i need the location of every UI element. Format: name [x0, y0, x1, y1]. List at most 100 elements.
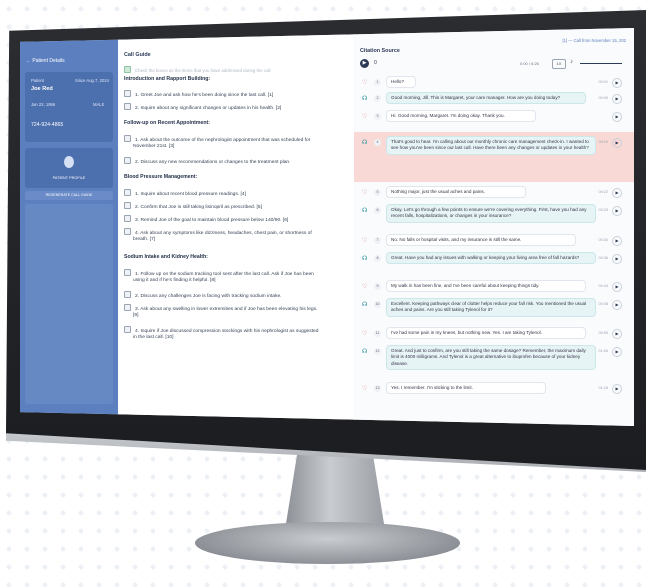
- guide-item-text: 4. Ask about any symptoms like dizziness…: [135, 231, 312, 236]
- guide-item[interactable]: 1. Inquire about recent blood pressure r…: [124, 189, 246, 197]
- checkbox[interactable]: [124, 189, 131, 196]
- checkbox[interactable]: [124, 90, 131, 97]
- guide-item[interactable]: 2. Discuss any challenges Joe is facing …: [124, 291, 282, 299]
- guide-item-text: 3. Ask about any swelling in lower extre…: [135, 307, 318, 312]
- message-number: 7: [374, 237, 381, 244]
- headset-icon: ☊: [362, 256, 368, 262]
- message-number: 9: [374, 283, 381, 290]
- playback-speed-button[interactable]: 1X: [552, 59, 566, 69]
- message-number: 2: [374, 95, 381, 102]
- patient-panel-header[interactable]: ← Patient Details: [26, 58, 65, 64]
- message-bubble: No. No falls or hospital visits, and my …: [386, 234, 576, 247]
- guide-item-continuation: in the last call. [10]: [133, 335, 174, 340]
- guide-item-text: 4. Inquire if Joe discussed compression …: [135, 329, 319, 334]
- play-icon[interactable]: ▶: [360, 59, 369, 68]
- heart-icon: ♡: [362, 284, 368, 290]
- volume-icon[interactable]: ♪: [570, 59, 573, 65]
- guide-item-continuation: using it and if he's finding it helpful.…: [133, 278, 216, 283]
- checkbox[interactable]: [124, 66, 131, 73]
- section-heading: Follow-up on Recent Appointment:: [124, 120, 210, 126]
- play-icon[interactable]: ▶: [612, 78, 622, 88]
- profile-icon: [64, 156, 74, 168]
- play-icon[interactable]: ▶: [612, 94, 622, 104]
- guide-item-continuation: [9]: [133, 313, 139, 318]
- guide-item-text: 3. Remind Joe of the goal to maintain bl…: [135, 218, 289, 223]
- patient-profile-box[interactable]: PATIENT PROFILE: [25, 148, 113, 188]
- message-time: 00:05: [598, 96, 608, 100]
- checkbox[interactable]: [124, 269, 131, 276]
- section-heading: Blood Pressure Management:: [124, 174, 198, 180]
- citation-title: Citation Source: [360, 48, 400, 54]
- message-time: 01:18: [598, 386, 608, 390]
- message-bubble: Okay. Let's go through a few points to e…: [386, 204, 596, 223]
- heart-icon: ♡: [362, 80, 368, 86]
- guide-item[interactable]: 3. Remind Joe of the goal to maintain bl…: [124, 215, 288, 223]
- call-source-label: [1] — Call from November 15, 202: [562, 38, 626, 43]
- play-icon[interactable]: ▶: [612, 138, 622, 148]
- message-bubble: Yes. I remember. I'm sticking to the lim…: [386, 382, 546, 395]
- message-time: 00:23: [598, 208, 608, 212]
- message-number: 8: [374, 255, 381, 262]
- play-icon[interactable]: ▶: [612, 282, 622, 292]
- message-time: 00:36: [598, 256, 608, 260]
- message-bubble: Good morning, Jill. This is Margaret, yo…: [386, 92, 586, 105]
- checkbox[interactable]: [124, 228, 131, 235]
- checkbox[interactable]: [124, 291, 131, 298]
- guide-item-text: 2. Discuss any new recommendations or ch…: [135, 160, 291, 165]
- checkbox[interactable]: [124, 326, 131, 333]
- regenerate-call-guide-button[interactable]: REGENERATE CALL GUIDE: [25, 191, 113, 200]
- guide-item[interactable]: 4. Ask about any symptoms like dizziness…: [124, 228, 312, 236]
- headset-icon: ☊: [362, 349, 368, 355]
- guide-item[interactable]: 2. Discuss any new recommendations or ch…: [124, 157, 291, 165]
- play-icon[interactable]: ▶: [612, 188, 622, 198]
- message-number: 12: [374, 348, 381, 355]
- message-number: 5: [374, 189, 381, 196]
- play-icon[interactable]: ▶: [612, 112, 622, 122]
- guide-item[interactable]: 1. Follow up on the sodium tracking tool…: [124, 269, 314, 277]
- play-icon[interactable]: ▶: [612, 347, 622, 357]
- headset-icon: ☊: [362, 96, 368, 102]
- heart-icon: ♡: [362, 386, 368, 392]
- volume-slider[interactable]: [580, 63, 622, 65]
- section-heading: Introduction and Rapport Building:: [124, 76, 211, 82]
- monitor-stand-neck: [285, 455, 385, 530]
- message-number: 10: [374, 301, 381, 308]
- message-bubble: That's good to hear. I'm calling about o…: [386, 136, 596, 155]
- checkbox[interactable]: [124, 157, 131, 164]
- message-number: 3: [374, 113, 381, 120]
- message-time: 01:06: [598, 349, 608, 353]
- instruction-text: Check the boxes as the items that you ha…: [135, 68, 271, 73]
- checkbox[interactable]: [124, 202, 131, 209]
- guide-item-text: 1. Inquire about recent blood pressure r…: [135, 192, 246, 197]
- play-icon[interactable]: ▶: [612, 254, 622, 264]
- guide-item[interactable]: 2. Inquire about any significant changes…: [124, 103, 281, 111]
- guide-item[interactable]: 4. Inquire if Joe discussed compression …: [124, 326, 319, 334]
- guide-item[interactable]: 2. Confirm that Joe is still taking lisi…: [124, 202, 262, 210]
- headset-icon: ☊: [362, 140, 368, 146]
- patient-phone[interactable]: 724-924-4865: [31, 122, 63, 128]
- checkbox[interactable]: [124, 304, 131, 311]
- play-icon[interactable]: ▶: [612, 384, 622, 394]
- guide-item[interactable]: 1. Ask about the outcome of the nephrolo…: [124, 135, 310, 143]
- message-time: 00:30: [598, 238, 608, 242]
- message-time: 00:22: [598, 190, 608, 194]
- guide-item-text: 2. Confirm that Joe is still taking lisi…: [135, 205, 262, 210]
- checkbox[interactable]: [124, 103, 131, 110]
- play-icon[interactable]: ▶: [612, 206, 622, 216]
- guide-item[interactable]: 1. Greet Joe and ask how he's been doing…: [124, 90, 273, 98]
- message-number: 6: [374, 207, 381, 214]
- checkbox[interactable]: [124, 215, 131, 222]
- play-icon[interactable]: ▶: [612, 300, 622, 310]
- guide-item[interactable]: 3. Ask about any swelling in lower extre…: [124, 304, 317, 312]
- message-bubble: Hello?: [386, 76, 416, 89]
- message-number: 4: [374, 139, 381, 146]
- patient-since: Since Aug 7, 2024: [75, 78, 109, 83]
- play-icon[interactable]: ▶: [612, 236, 622, 246]
- guide-item-text: 1. Ask about the outcome of the nephrolo…: [135, 138, 311, 143]
- message-bubble: I've had some pain in my knees, but noth…: [386, 327, 586, 340]
- checkbox[interactable]: [124, 135, 131, 142]
- call-guide-instruction: Check the boxes as the items that you ha…: [124, 66, 270, 73]
- guide-item-continuation: November 21st. [3]: [133, 144, 175, 149]
- message-bubble: Excellent. Keeping pathways clear of clu…: [386, 298, 596, 317]
- play-icon[interactable]: ▶: [612, 329, 622, 339]
